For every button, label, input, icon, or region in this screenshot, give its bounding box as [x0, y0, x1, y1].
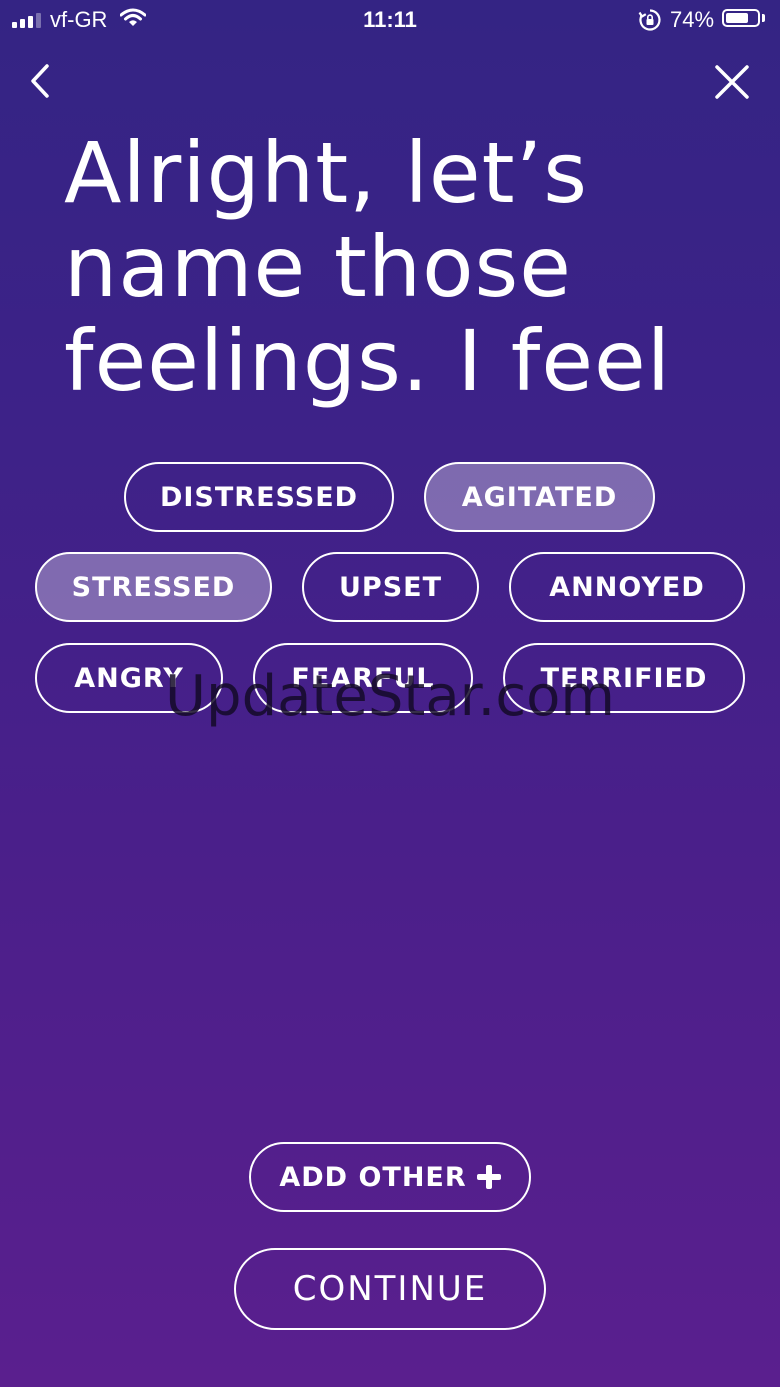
rotation-lock-icon [638, 8, 662, 38]
chevron-left-icon [31, 64, 49, 98]
battery-icon [722, 9, 760, 27]
battery-level [726, 13, 748, 23]
add-other-label: ADD OTHER [279, 1161, 467, 1193]
battery-tip [762, 14, 765, 22]
plus-icon [476, 1165, 501, 1189]
feeling-chip-fearful[interactable]: FEARFUL [253, 643, 473, 713]
feeling-chip-angry[interactable]: ANGRY [35, 643, 223, 713]
continue-button[interactable]: CONTINUE [234, 1248, 546, 1330]
close-icon [715, 65, 749, 99]
feeling-chip-agitated[interactable]: AGITATED [424, 462, 655, 532]
battery-percent: 74% [670, 7, 715, 32]
add-other-button[interactable]: ADD OTHER [249, 1142, 531, 1212]
page-title: Alright, let’s name those feelings. I fe… [64, 124, 672, 410]
feeling-chip-upset[interactable]: UPSET [302, 552, 479, 622]
status-bar: vf-GR 11:11 74% [0, 0, 780, 40]
status-time: 11:11 [363, 7, 417, 32]
feeling-chip-terrified[interactable]: TERRIFIED [503, 643, 745, 713]
feeling-chip-stressed[interactable]: STRESSED [35, 552, 272, 622]
back-button[interactable] [20, 60, 64, 104]
feeling-chip-distressed[interactable]: DISTRESSED [124, 462, 394, 532]
feeling-chip-annoyed[interactable]: ANNOYED [509, 552, 745, 622]
close-button[interactable] [708, 58, 756, 106]
